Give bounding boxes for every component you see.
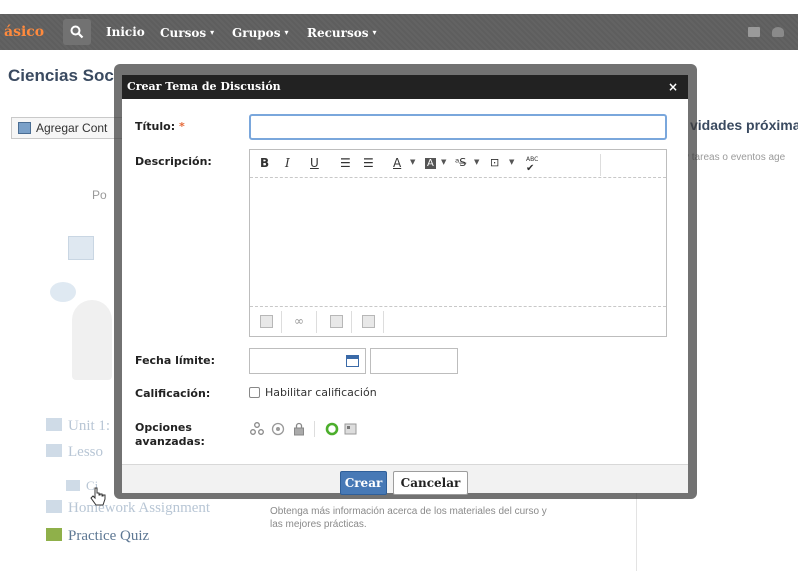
due-date-field[interactable] xyxy=(249,348,366,374)
font-color-button[interactable]: A xyxy=(393,156,401,170)
due-date-label: Fecha límite: xyxy=(135,354,216,367)
title-input[interactable] xyxy=(249,114,667,140)
green-circle-icon[interactable] xyxy=(325,422,339,436)
nav-cursos-label: Cursos xyxy=(160,26,207,40)
background-text: Po xyxy=(92,188,107,202)
nav-inicio[interactable]: Inicio xyxy=(106,14,145,50)
chevron-down-icon: ▾ xyxy=(284,27,289,37)
footer-text: las mejores prácticas. xyxy=(270,519,367,530)
user-icon[interactable] xyxy=(772,27,784,37)
silhouette-icon xyxy=(72,300,112,380)
image-icon[interactable] xyxy=(260,315,273,328)
course-title: Ciencias Soc xyxy=(8,66,114,85)
strikethrough-icon[interactable]: ᵃS̶ xyxy=(455,156,466,169)
chevron-down-icon[interactable]: ▼ xyxy=(410,158,415,166)
nav-cursos[interactable]: Cursos ▾ xyxy=(160,14,214,50)
numbered-list-icon[interactable]: ☰ xyxy=(363,156,374,170)
file-icon[interactable] xyxy=(330,315,343,328)
chevron-down-icon: ▾ xyxy=(372,27,377,37)
groups-icon[interactable] xyxy=(250,422,264,436)
mail-icon[interactable] xyxy=(748,27,760,37)
toolbar-divider xyxy=(316,311,317,333)
options-divider xyxy=(314,421,315,437)
chevron-down-icon[interactable]: ▼ xyxy=(509,158,514,166)
nav-grupos[interactable]: Grupos ▾ xyxy=(232,14,288,50)
list-item[interactable]: Unit 1: xyxy=(46,418,110,435)
toolbar-divider xyxy=(281,311,282,333)
toolbar-divider xyxy=(600,154,601,176)
close-icon[interactable]: × xyxy=(668,75,678,99)
chevron-down-icon[interactable]: ▼ xyxy=(474,158,479,166)
required-mark: * xyxy=(178,120,185,133)
discussion-icon xyxy=(66,480,80,491)
assignment-icon xyxy=(68,236,94,260)
title-label: Título: * xyxy=(135,120,185,133)
toolbar-divider xyxy=(351,311,352,333)
editor-insert-toolbar: ∞ xyxy=(250,306,666,336)
search-icon xyxy=(70,25,84,39)
cancel-button[interactable]: Cancelar xyxy=(393,471,468,495)
advanced-options-label: Opciones avanzadas: xyxy=(135,421,205,448)
target-icon[interactable] xyxy=(271,422,285,436)
dialog-title: Crear Tema de Discusión xyxy=(127,80,281,93)
underline-button[interactable]: U xyxy=(310,156,319,170)
nav-grupos-label: Grupos xyxy=(232,26,281,40)
nav-recursos-label: Recursos xyxy=(307,26,369,40)
list-item[interactable]: Practice Quiz xyxy=(46,528,149,545)
chevron-down-icon[interactable]: ▼ xyxy=(441,158,446,166)
spellcheck-label: ABC xyxy=(526,156,539,163)
add-content-button[interactable]: Agregar Cont xyxy=(11,117,131,139)
folder-icon xyxy=(46,418,62,431)
page: ásico Inicio Cursos ▾ Grupos ▾ Recursos ▾ C… xyxy=(0,0,798,571)
format-icon[interactable]: ⊡ xyxy=(490,156,499,169)
standards-icon[interactable] xyxy=(344,422,358,436)
embed-icon[interactable] xyxy=(362,315,375,328)
list-item[interactable]: Lesso xyxy=(46,444,103,461)
toolbar-divider xyxy=(383,311,384,333)
check-icon: ✔ xyxy=(526,163,535,174)
editor-toolbar: B I U ☰ ☰ A ▼ A ▼ ᵃS̶ ▼ ⊡ ▼ ABC ✔ xyxy=(250,150,666,178)
create-discussion-dialog: Crear Tema de Discusión × Título: * Desc… xyxy=(122,75,688,495)
comment-icon xyxy=(50,282,76,302)
list-item-label: Lesso xyxy=(68,444,103,460)
homework-icon xyxy=(46,500,62,513)
enable-grading-checkbox[interactable] xyxy=(249,387,260,398)
brand-logo[interactable]: ásico xyxy=(0,14,44,50)
quiz-icon xyxy=(46,528,62,541)
list-item[interactable]: Homework Assignment xyxy=(46,500,210,517)
title-label-text: Título: xyxy=(135,120,176,133)
calendar-icon[interactable] xyxy=(346,355,359,367)
list-item-label: Unit 1: xyxy=(68,418,111,434)
hand-cursor-icon xyxy=(90,487,106,506)
lock-icon[interactable] xyxy=(292,422,306,436)
spellcheck-icon[interactable]: ABC ✔ xyxy=(526,156,538,174)
chevron-down-icon: ▾ xyxy=(210,27,215,37)
nav-inicio-label: Inicio xyxy=(106,25,145,39)
link-icon[interactable]: ∞ xyxy=(294,314,304,328)
dialog-header: Crear Tema de Discusión × xyxy=(122,75,688,99)
enable-grading-label[interactable]: Habilitar calificación xyxy=(265,386,377,399)
upcoming-heading: vidades próximas xyxy=(690,117,798,133)
top-navbar: ásico Inicio Cursos ▾ Grupos ▾ Recursos ▾ xyxy=(0,14,798,50)
bold-button[interactable]: B xyxy=(260,156,269,170)
add-content-icon xyxy=(18,122,31,134)
description-editor[interactable]: B I U ☰ ☰ A ▼ A ▼ ᵃS̶ ▼ ⊡ ▼ ABC ✔ ∞ xyxy=(249,149,667,337)
list-item-label: Practice Quiz xyxy=(68,528,150,544)
search-button[interactable] xyxy=(63,19,91,45)
bullet-list-icon[interactable]: ☰ xyxy=(340,156,351,170)
lesson-icon xyxy=(46,444,62,457)
nav-recursos[interactable]: Recursos ▾ xyxy=(307,14,377,50)
italic-button[interactable]: I xyxy=(285,156,290,170)
highlight-button[interactable]: A xyxy=(425,158,436,169)
add-content-label: Agregar Cont xyxy=(36,121,108,135)
due-time-field[interactable] xyxy=(370,348,458,374)
upcoming-text: y tareas o eventos age xyxy=(684,152,786,163)
dialog-footer: Crear Cancelar xyxy=(122,464,688,495)
grading-label: Calificación: xyxy=(135,387,211,400)
create-button[interactable]: Crear xyxy=(340,471,387,495)
footer-text: Obtenga más información acerca de los ma… xyxy=(270,506,547,517)
description-label: Descripción: xyxy=(135,155,212,168)
